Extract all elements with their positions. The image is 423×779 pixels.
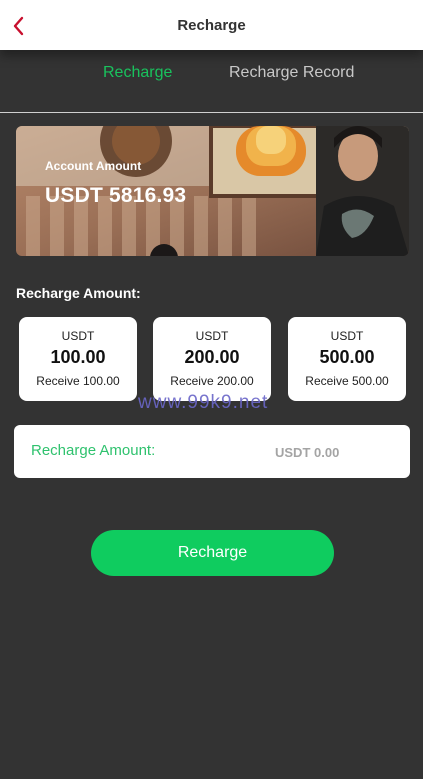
amount-option-receive: Receive 500.00 bbox=[305, 374, 389, 388]
amount-option-currency: USDT bbox=[61, 329, 95, 343]
recharge-amount-field-label: Recharge Amount: bbox=[31, 442, 156, 459]
page-title: Recharge bbox=[177, 16, 246, 34]
amount-option-500[interactable]: USDT 500.00 Receive 500.00 bbox=[288, 317, 406, 401]
tab-divider bbox=[0, 112, 423, 113]
account-amount-label: Account Amount bbox=[45, 159, 142, 173]
amount-option-200[interactable]: USDT 200.00 Receive 200.00 bbox=[153, 317, 271, 401]
amount-option-100[interactable]: USDT 100.00 Receive 100.00 bbox=[19, 317, 137, 401]
tab-bar: Recharge Recharge Record bbox=[0, 64, 423, 100]
account-banner: Account Amount USDT 5816.93 bbox=[16, 126, 409, 256]
account-amount-value: USDT 5816.93 bbox=[45, 184, 187, 207]
amount-option-receive: Receive 100.00 bbox=[36, 374, 120, 388]
recharge-submit-button[interactable]: Recharge bbox=[91, 530, 334, 576]
tab-recharge[interactable]: Recharge bbox=[103, 64, 172, 82]
amount-option-value: 100.00 bbox=[50, 347, 106, 367]
amount-option-currency: USDT bbox=[195, 329, 229, 343]
amount-option-value: 500.00 bbox=[319, 347, 375, 367]
header-bar: Recharge bbox=[0, 0, 423, 50]
recharge-amount-heading: Recharge Amount: bbox=[16, 285, 141, 301]
chevron-left-icon bbox=[13, 16, 24, 36]
back-button[interactable] bbox=[8, 12, 32, 40]
recharge-amount-field-value[interactable]: USDT 0.00 bbox=[275, 445, 339, 460]
amount-option-receive: Receive 200.00 bbox=[170, 374, 254, 388]
recharge-amount-field[interactable]: Recharge Amount: USDT 0.00 bbox=[14, 425, 410, 478]
tab-recharge-record[interactable]: Recharge Record bbox=[229, 64, 354, 82]
amount-option-value: 200.00 bbox=[184, 347, 240, 367]
watermark-text: www.99k9.net bbox=[138, 392, 269, 413]
amount-option-currency: USDT bbox=[330, 329, 364, 343]
